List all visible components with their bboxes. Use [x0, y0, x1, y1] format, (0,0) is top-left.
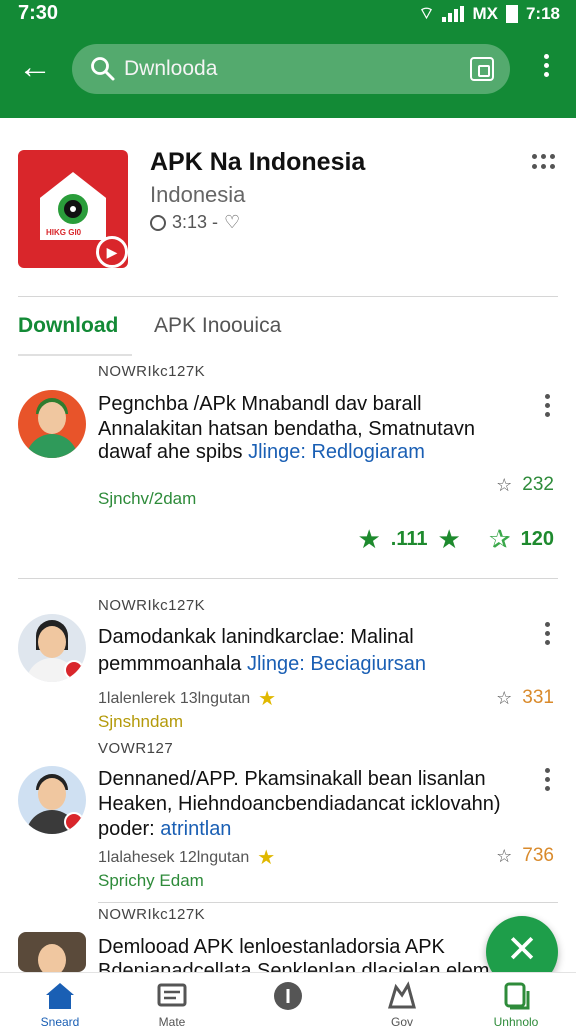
- item-rating-value: 331: [522, 687, 554, 708]
- search-input[interactable]: [124, 57, 444, 81]
- stars-label: .111: [390, 528, 428, 550]
- item-rating-value: 232: [522, 474, 554, 495]
- search-icon: [91, 57, 115, 81]
- nav-center[interactable]: [240, 973, 336, 1025]
- tab-indicator: [18, 354, 132, 356]
- star-filled-icon: ★: [258, 688, 277, 710]
- nav-mate[interactable]: Mate: [124, 973, 220, 1029]
- nav-label: Unhnolo: [493, 1015, 539, 1029]
- carrier-label: MX: [472, 3, 498, 23]
- heart-icon: ♡: [224, 212, 241, 232]
- library-icon: [504, 982, 530, 1010]
- status-time-left: 7:30: [18, 2, 59, 24]
- scan-icon[interactable]: [470, 57, 494, 81]
- divider: [18, 296, 558, 297]
- star-filled-icon: ★: [257, 847, 276, 869]
- item-description: Heaken, Hiehndoancbendiadancat icklovahn…: [98, 793, 501, 815]
- item-sub: Sjnshndam: [98, 712, 184, 731]
- app-icon-tag: HIKG GI0: [46, 228, 82, 237]
- item-tags: dawaf ahe spibs Jlinge: Redlogiaram: [98, 441, 425, 464]
- item-title[interactable]: Demlooad APK lenloestanladorsia APK: [98, 936, 445, 959]
- item-tags: pemmmoanhala Jlinge: Beciagiursan: [98, 653, 426, 676]
- item-title[interactable]: Damodankak lanindkarclae: Malinal: [98, 626, 414, 649]
- item-description: Annalakitan hatsan bendatha, Smatnutavn: [98, 418, 475, 440]
- divider: [18, 578, 558, 579]
- nav-label: Sneard: [40, 1015, 80, 1029]
- home-icon: [46, 983, 74, 1009]
- item-menu-icon[interactable]: [540, 768, 554, 794]
- item-tags-prefix: dawaf ahe spibs: [98, 441, 243, 463]
- star-outline-icon: ☆: [496, 474, 513, 495]
- tab-apk[interactable]: APK Inoouica: [154, 314, 281, 338]
- signal-icon: [442, 5, 465, 22]
- item-rating: ☆ 736: [496, 845, 554, 867]
- status-time-right: 7:18: [525, 3, 560, 23]
- nav-gov[interactable]: Gov: [354, 973, 450, 1029]
- status-bar: 7:30 ⌔ MX 7:18: [0, 0, 576, 30]
- nav-unhnolo[interactable]: Unhnolo: [468, 973, 564, 1029]
- item-sub: Sprichy Edam: [98, 871, 204, 890]
- item-meta: 1lalahesek 12lngutan ★: [98, 845, 275, 870]
- tab-download[interactable]: Download: [18, 314, 118, 338]
- item-count: VOWR127: [98, 740, 174, 757]
- item-count: NOWRIkc127K: [98, 363, 206, 380]
- app-icon: HIKG GI0 ▶: [18, 150, 128, 268]
- item-count: NOWRIkc127K: [98, 906, 206, 923]
- wifi-icon: ⌔: [418, 4, 435, 23]
- nav-label: Mate: [158, 1015, 186, 1029]
- app-subtitle: Indonesia: [150, 182, 246, 207]
- item-meta-text: 1lalenlerek 13lngutan: [98, 689, 251, 707]
- app-meta-text: 3:13 -: [172, 212, 219, 232]
- item-tags-prefix: poder:: [98, 818, 155, 840]
- star-outline-icon: ☆: [496, 687, 513, 708]
- overflow-menu-icon[interactable]: [536, 54, 556, 84]
- star-outline-icon: ☆: [496, 845, 513, 866]
- star-filled-icon: ★: [437, 524, 461, 554]
- item-title[interactable]: Pegnchba /APk Mnabandl dav barall: [98, 393, 422, 416]
- item-rating: ☆ 232: [496, 474, 554, 496]
- stars-count: 120: [520, 528, 554, 550]
- news-icon: [157, 983, 187, 1007]
- item-tag-link[interactable]: atrintlan: [160, 818, 231, 840]
- star-icon: ✰: [488, 524, 511, 554]
- item-count: NOWRIkc127K: [98, 597, 206, 614]
- item-meta-text: 1lalahesek 12lngutan: [98, 848, 250, 866]
- star-filled-icon: ★: [357, 524, 381, 554]
- nav-home[interactable]: Sneard: [12, 973, 108, 1029]
- bottom-nav: Sneard Mate Gov Unhnolo: [0, 972, 576, 1029]
- item-rating: ☆ 331: [496, 687, 554, 709]
- avatar[interactable]: [18, 390, 86, 458]
- app-title: APK Na Indonesia: [150, 148, 366, 176]
- stars-row: ★ .111 ★ ✰ 120: [357, 524, 554, 555]
- avatar[interactable]: [18, 614, 86, 682]
- item-sub: Sjnchv/2dam: [98, 489, 197, 508]
- back-arrow-icon[interactable]: ←: [18, 50, 52, 86]
- item-menu-icon[interactable]: [540, 622, 554, 648]
- nav-label: Gov: [390, 1015, 413, 1029]
- battery-icon: [505, 4, 518, 23]
- app-meta: 3:13 - ♡: [150, 212, 240, 233]
- item-tag-link[interactable]: Jlinge: Redlogiaram: [248, 441, 425, 463]
- item-tags: poder: atrintlan: [98, 818, 231, 841]
- search-bar[interactable]: [72, 44, 510, 94]
- ring-logo: [58, 194, 88, 224]
- item-description: Bdenianadcellata Senklenlan dlacielan el…: [98, 960, 490, 972]
- item-rating-value: 736: [522, 845, 554, 866]
- info-circle-icon: [274, 982, 302, 1010]
- play-badge-icon: ▶: [96, 236, 128, 268]
- grid-menu-icon[interactable]: [532, 154, 556, 174]
- clock-icon: [150, 214, 166, 231]
- map-icon: [387, 981, 416, 1009]
- item-tag-link[interactable]: Jlinge: Beciagiursan: [247, 653, 426, 675]
- avatar[interactable]: [18, 766, 86, 834]
- item-title[interactable]: Dennaned/APP. Pkamsinakall bean lisanlan: [98, 768, 486, 791]
- divider: [98, 902, 558, 903]
- item-meta: 1lalenlerek 13lngutan ★: [98, 686, 276, 711]
- avatar[interactable]: [18, 932, 86, 972]
- item-menu-icon[interactable]: [540, 394, 554, 420]
- item-tags-prefix: pemmmoanhala: [98, 653, 242, 675]
